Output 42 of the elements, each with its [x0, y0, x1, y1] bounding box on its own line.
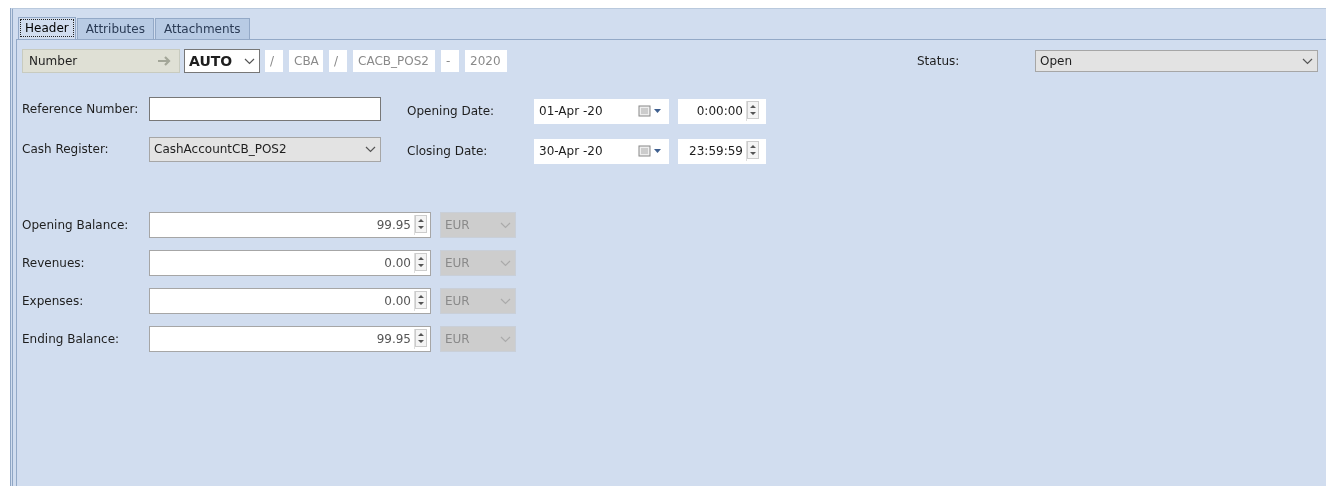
calendar-dropdown-icon[interactable]: [638, 145, 664, 157]
number-field[interactable]: CBA: [289, 50, 323, 72]
field-label: Cash Register:: [22, 142, 110, 156]
number-field[interactable]: /: [265, 50, 283, 72]
tab[interactable]: Header: [18, 17, 76, 39]
status-label: Status:: [917, 54, 961, 68]
spinner-icon[interactable]: [415, 215, 427, 233]
spinner-icon[interactable]: [415, 329, 427, 347]
chevron-down-icon: [1302, 57, 1313, 65]
chevron-down-icon: [244, 57, 255, 65]
cash-register-select[interactable]: CashAccountCB_POS2: [149, 136, 381, 162]
chevron-down-icon: [500, 221, 511, 229]
status-select[interactable]: Open: [1035, 50, 1318, 72]
tab[interactable]: Attachments: [154, 18, 250, 39]
balance-label: Expenses:: [22, 294, 85, 308]
spinner-icon[interactable]: [747, 141, 759, 159]
arrow-right-icon: [157, 55, 173, 67]
date-field[interactable]: 30-Apr -20: [534, 138, 669, 164]
number-series-select[interactable]: AUTO: [184, 49, 260, 73]
spinner-icon[interactable]: [415, 291, 427, 309]
time-field[interactable]: 0:00:00: [678, 98, 766, 124]
calendar-dropdown-icon[interactable]: [638, 105, 664, 117]
chevron-down-icon: [500, 335, 511, 343]
chevron-down-icon: [500, 297, 511, 305]
number-text: Number: [29, 54, 78, 68]
spinner-icon[interactable]: [747, 101, 759, 119]
chevron-down-icon: [500, 259, 511, 267]
number-field[interactable]: 2020: [465, 50, 507, 72]
number-field[interactable]: CACB_POS2: [353, 50, 435, 72]
date-label: Closing Date:: [407, 144, 489, 158]
input-field[interactable]: [149, 97, 381, 121]
date-label: Opening Date:: [407, 104, 496, 118]
balance-label: Opening Balance:: [22, 218, 130, 232]
chevron-down-icon: [365, 145, 376, 153]
time-field[interactable]: 23:59:59: [678, 138, 766, 164]
number-field[interactable]: /: [329, 50, 347, 72]
balance-label: Revenues:: [22, 256, 86, 270]
tab[interactable]: Attributes: [76, 18, 154, 39]
balance-label: Ending Balance:: [22, 332, 121, 346]
spinner-icon[interactable]: [415, 253, 427, 271]
field-label: Reference Number:: [22, 102, 140, 116]
date-field[interactable]: 01-Apr -20: [534, 98, 669, 124]
